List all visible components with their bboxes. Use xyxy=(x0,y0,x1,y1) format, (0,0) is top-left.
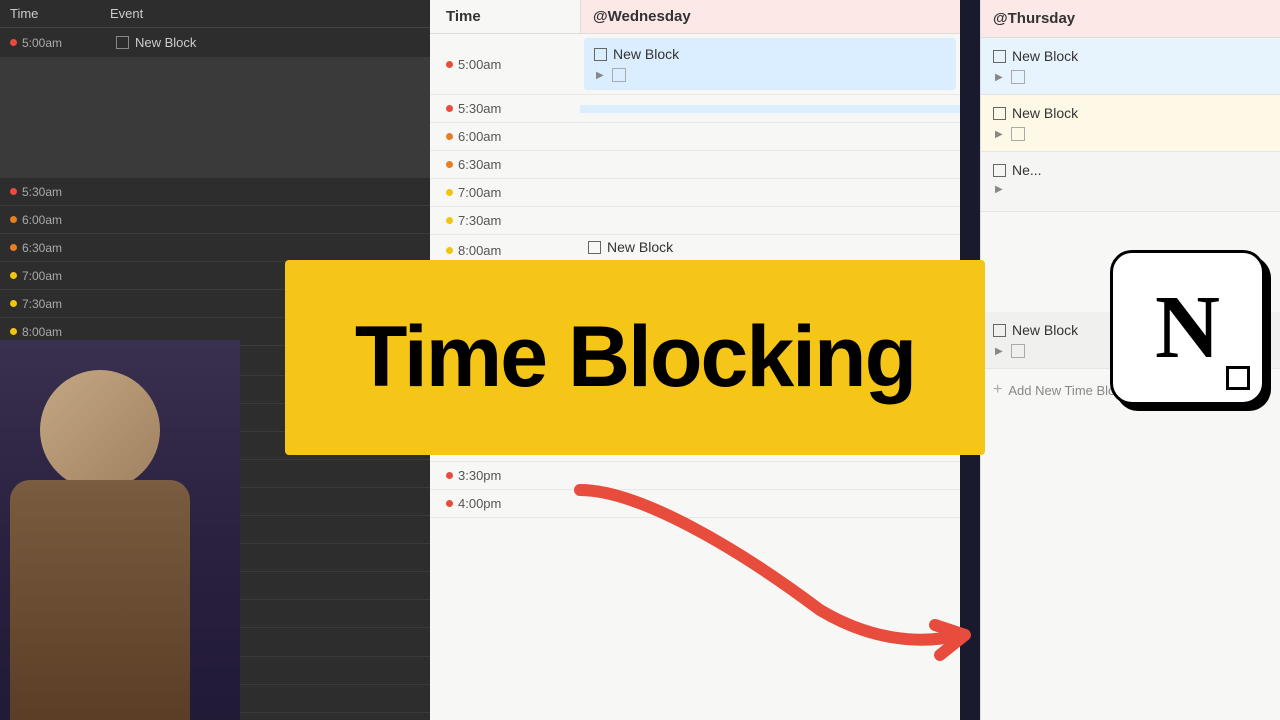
red-arrow xyxy=(540,470,980,670)
left-event-header: Event xyxy=(110,6,420,21)
person-head xyxy=(40,370,160,490)
mid-time-500: 5:00am xyxy=(430,57,580,72)
play-icon-thu-partial[interactable]: ▶ xyxy=(995,184,1003,195)
left-header: Time Event xyxy=(0,0,430,28)
left-event-630 xyxy=(100,245,430,251)
left-row-500: 5:00am New Block xyxy=(0,28,430,58)
left-row-530: 5:30am xyxy=(0,178,430,206)
play-icon-thu-1[interactable]: ▶ xyxy=(995,72,1003,83)
thu-controls-2: ▶ xyxy=(993,127,1268,141)
new-block-thu-1: New Block xyxy=(993,48,1268,64)
notion-logo-box: N xyxy=(1110,250,1265,405)
mid-row-500: 5:00am New Block ▶ xyxy=(430,34,960,95)
square-btn-thu-3[interactable] xyxy=(1011,344,1025,358)
thu-block-2: New Block ▶ xyxy=(981,95,1280,152)
dot-630 xyxy=(10,244,17,251)
mid-row-530: 5:30am xyxy=(430,95,960,123)
left-time-600: 6:00am xyxy=(0,213,100,227)
mid-row-630: 6:30am xyxy=(430,151,960,179)
dot-530 xyxy=(10,188,17,195)
new-block-thu-2: New Block xyxy=(993,105,1268,121)
checkbox-wed-500[interactable] xyxy=(594,48,607,61)
person-area xyxy=(0,340,240,720)
thu-block-1: New Block ▶ xyxy=(981,38,1280,95)
dot-730 xyxy=(10,300,17,307)
checkbox-wed-800[interactable] xyxy=(588,241,601,254)
left-time-530: 5:30am xyxy=(0,185,100,199)
thu-controls-partial: ▶ xyxy=(993,184,1268,195)
dot-500 xyxy=(10,39,17,46)
thu-controls-1: ▶ xyxy=(993,70,1268,84)
play-icon-thu-3[interactable]: ▶ xyxy=(995,346,1003,357)
notion-logo: N xyxy=(1110,250,1265,405)
dot-600 xyxy=(10,216,17,223)
square-btn-thu-1[interactable] xyxy=(1011,70,1025,84)
thu-block-partial: Ne... ▶ xyxy=(981,152,1280,212)
left-event-530 xyxy=(100,189,430,195)
mid-time-header: Time xyxy=(430,0,580,34)
left-time-500: 5:00am xyxy=(0,36,100,50)
mid-wed-header: @Wednesday xyxy=(580,0,960,34)
mid-row-700: 7:00am xyxy=(430,179,960,207)
plus-icon: + xyxy=(993,381,1002,399)
banner-overlay: Time Blocking xyxy=(285,260,985,455)
right-thu-header: @Thursday xyxy=(981,0,1280,38)
square-btn-thu-2[interactable] xyxy=(1011,127,1025,141)
play-icon-thu-2[interactable]: ▶ xyxy=(995,129,1003,140)
gray-block-top xyxy=(0,58,430,178)
dot-700 xyxy=(10,272,17,279)
checkbox-thu-partial[interactable] xyxy=(993,164,1006,177)
person-body xyxy=(10,480,190,720)
left-time-630: 6:30am xyxy=(0,241,100,255)
checkbox-thu-1[interactable] xyxy=(993,50,1006,63)
banner-text: Time Blocking xyxy=(355,308,915,407)
left-time-730: 7:30am xyxy=(0,297,100,311)
mid-row-600: 6:00am xyxy=(430,123,960,151)
left-event-500: New Block xyxy=(100,28,430,57)
notion-n-letter: N xyxy=(1155,283,1220,373)
left-time-header: Time xyxy=(10,6,110,21)
new-block-wed-500: New Block xyxy=(594,46,946,62)
mid-col-header: Time @Wednesday xyxy=(430,0,960,34)
checkbox-500[interactable] xyxy=(116,36,129,49)
dot-800 xyxy=(10,328,17,335)
checkbox-thu-2[interactable] xyxy=(993,107,1006,120)
left-row-630: 6:30am xyxy=(0,234,430,262)
left-time-800: 8:00am xyxy=(0,325,100,339)
new-block-thu-partial: Ne... xyxy=(993,162,1268,178)
checkbox-thu-3[interactable] xyxy=(993,324,1006,337)
play-icon-500[interactable]: ▶ xyxy=(596,70,604,81)
wed-controls-500: ▶ xyxy=(594,68,946,82)
square-btn-500[interactable] xyxy=(612,68,626,82)
new-block-500: New Block xyxy=(108,31,422,54)
notion-logo-square xyxy=(1226,366,1250,390)
mid-row-730: 7:30am xyxy=(430,207,960,235)
wed-block-500: New Block ▶ xyxy=(584,38,956,90)
left-event-600 xyxy=(100,217,430,223)
new-block-wed-800: New Block xyxy=(588,239,952,255)
left-row-600: 6:00am xyxy=(0,206,430,234)
left-time-700: 7:00am xyxy=(0,269,100,283)
